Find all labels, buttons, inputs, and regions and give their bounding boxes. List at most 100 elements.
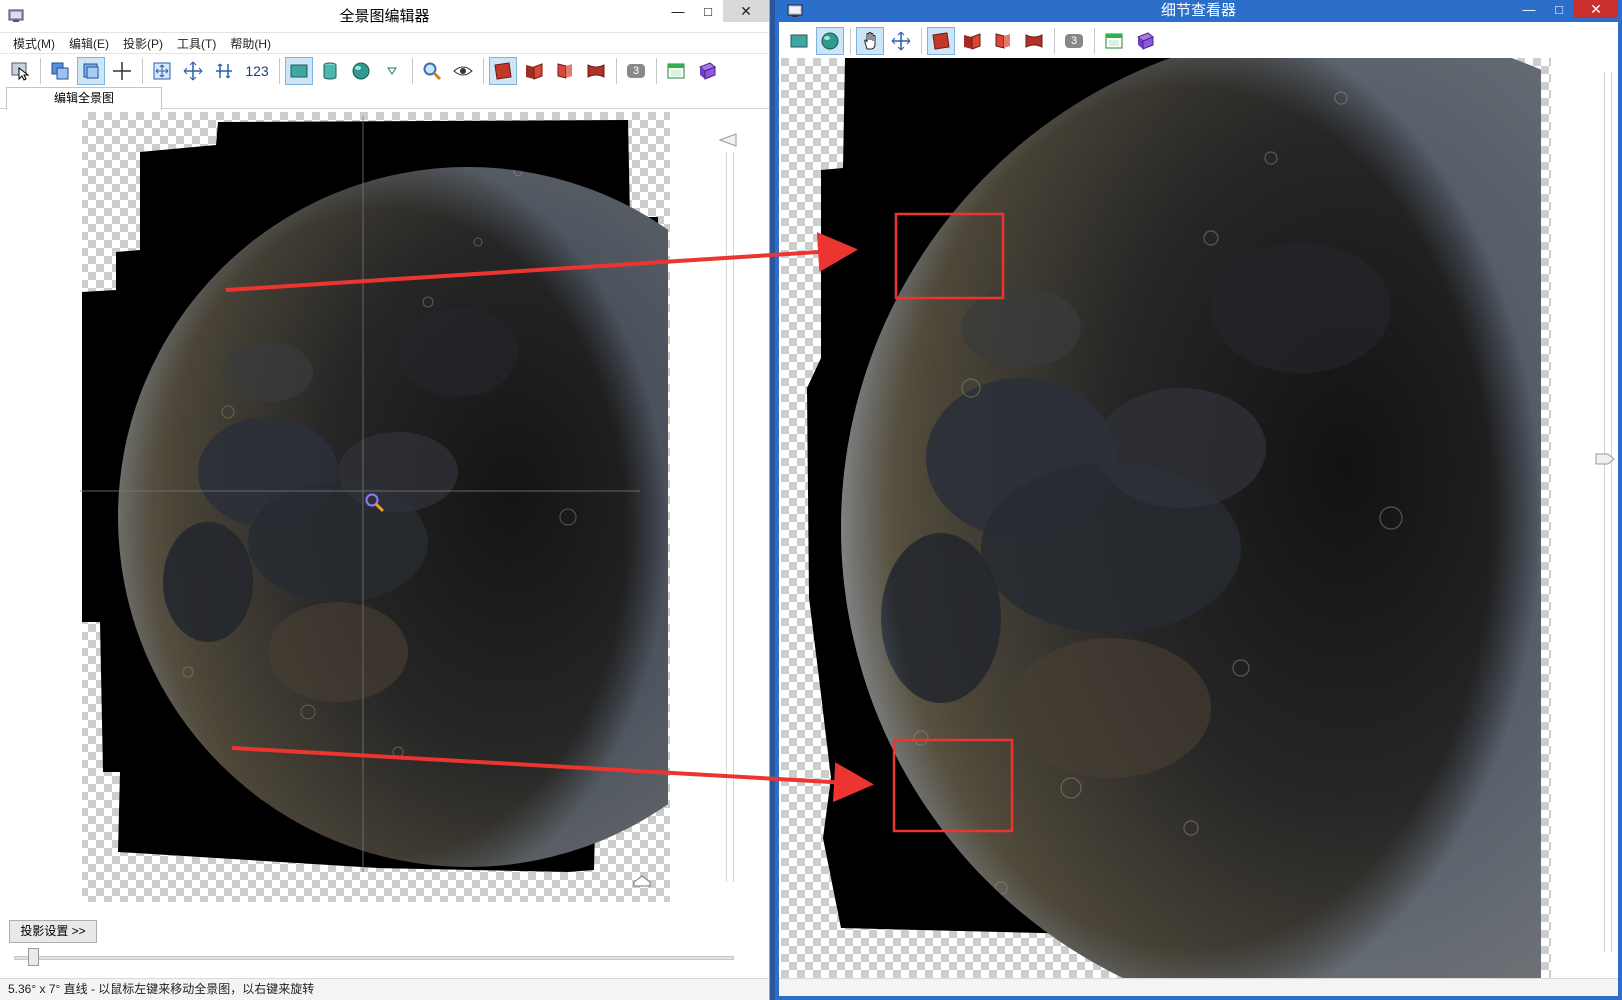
minimize-button[interactable]: — <box>663 0 693 22</box>
toolbar-separator <box>412 57 413 84</box>
zoom-button[interactable] <box>418 57 446 85</box>
blend-mode-3-button[interactable] <box>551 57 579 85</box>
preview-button[interactable] <box>449 57 477 85</box>
counter-badge-button[interactable]: 3 <box>1060 27 1088 55</box>
moon-detail-view <box>781 28 1551 1000</box>
fit-frame-icon <box>153 62 171 79</box>
menu-edit[interactable]: 编辑(E) <box>62 33 116 53</box>
window-title: 细节查看器 <box>1160 2 1236 19</box>
green-window-icon <box>1105 33 1123 49</box>
horizontal-slider-track[interactable] <box>14 956 734 960</box>
toolbar-separator <box>616 57 617 84</box>
sphere-icon <box>352 62 370 79</box>
select-tool-button[interactable] <box>6 57 34 85</box>
fit-button[interactable] <box>148 57 176 85</box>
counter-badge-button[interactable]: 3 <box>622 57 650 85</box>
menu-projection[interactable]: 投影(P) <box>116 33 170 53</box>
panorama-preview-canvas[interactable] <box>8 112 754 912</box>
toolbar-separator <box>483 57 484 84</box>
maximize-button[interactable]: □ <box>693 0 723 22</box>
blend-mode-4-button[interactable] <box>1020 27 1048 55</box>
counter-badge: 3 <box>627 63 645 78</box>
panorama-editor-window: 全景图编辑器 — □ ✕ 模式(M) 编辑(E) 投影(P) 工具(T) 帮助(… <box>0 0 770 1000</box>
horizontal-slider-thumb[interactable] <box>28 948 39 966</box>
menu-mode[interactable]: 模式(M) <box>6 33 62 53</box>
detail-viewer-window: 细节查看器 — □ ✕ 3 <box>775 0 1622 1000</box>
blend-mode-3-button[interactable] <box>989 27 1017 55</box>
help-book-button[interactable] <box>693 57 721 85</box>
crosshair-icon <box>113 61 131 80</box>
toolbar-separator <box>656 57 657 84</box>
maximize-button[interactable]: □ <box>1544 0 1574 18</box>
red-curved-icon <box>1025 34 1043 48</box>
move-button[interactable] <box>887 27 915 55</box>
close-button[interactable]: ✕ <box>723 0 769 22</box>
straighten-button[interactable] <box>210 57 238 85</box>
status-bar <box>779 978 1618 996</box>
vertical-scroll-track[interactable] <box>726 152 734 882</box>
numbers-label: 123 <box>245 62 269 79</box>
menu-bar: 模式(M) 编辑(E) 投影(P) 工具(T) 帮助(H) <box>0 33 769 53</box>
title-bar[interactable]: 全景图编辑器 — □ ✕ <box>0 0 769 33</box>
drag-mode-button[interactable] <box>77 56 105 85</box>
toolbar-separator <box>1054 28 1055 54</box>
close-button[interactable]: ✕ <box>1574 0 1618 18</box>
blend-mode-2-button[interactable] <box>520 57 548 85</box>
title-bar[interactable]: 细节查看器 — □ ✕ <box>779 0 1618 22</box>
sphere-preview-button[interactable] <box>816 27 844 55</box>
toolbar-separator <box>279 57 280 84</box>
purple-book-icon <box>699 61 716 80</box>
cylinder-preview-button[interactable] <box>316 57 344 85</box>
numbers-button[interactable]: 123 <box>241 57 273 85</box>
vertical-scroll-track[interactable] <box>1604 72 1612 952</box>
red-panel-icon <box>494 61 512 80</box>
green-window-icon <box>667 63 685 78</box>
minimize-button[interactable]: — <box>1514 0 1544 18</box>
window-button[interactable] <box>662 57 690 85</box>
red-fold-alt-icon <box>995 33 1010 49</box>
pan-hand-button[interactable] <box>856 27 884 55</box>
tab-edit-panorama[interactable]: 编辑全景图 <box>6 87 162 110</box>
red-folded-icon <box>526 62 543 80</box>
menu-help[interactable]: 帮助(H) <box>223 33 278 53</box>
dropdown-button[interactable] <box>378 57 406 85</box>
tab-strip: 编辑全景图 <box>0 87 769 110</box>
moon-panorama <box>80 112 737 902</box>
rectilinear-preview-button[interactable] <box>285 56 313 85</box>
detail-preview-canvas[interactable] <box>781 28 1562 1000</box>
drag-layers-icon <box>83 63 99 78</box>
triangle-down-icon <box>387 67 397 75</box>
pointer-window-icon <box>11 62 30 81</box>
crosshair-button[interactable] <box>108 57 136 85</box>
rectilinear-icon <box>790 34 808 48</box>
editor-toolbar: 123 3 <box>0 53 769 87</box>
sphere-icon <box>821 32 839 50</box>
projection-settings-button[interactable]: 投影设置 >> <box>9 920 97 943</box>
red-curved-icon <box>587 63 605 78</box>
toolbar-separator <box>850 28 851 54</box>
rectilinear-preview-button[interactable] <box>785 27 813 55</box>
toolbar-separator <box>142 57 143 84</box>
blend-mode-4-button[interactable] <box>582 57 610 85</box>
toolbar-separator <box>1094 28 1095 54</box>
window-title: 全景图编辑器 <box>339 8 430 25</box>
help-book-button[interactable] <box>1131 27 1159 55</box>
cylinder-icon <box>323 62 337 79</box>
blend-mode-1-button[interactable] <box>927 27 955 55</box>
vertical-slider-thumb[interactable] <box>718 133 737 147</box>
magnifier-icon <box>423 62 442 80</box>
blend-mode-1-button[interactable] <box>489 56 517 85</box>
red-panel-icon <box>932 32 950 50</box>
red-folded-icon <box>964 33 981 50</box>
menu-tools[interactable]: 工具(T) <box>170 33 223 53</box>
viewer-toolbar: 3 <box>779 26 1618 56</box>
blend-mode-2-button[interactable] <box>958 27 986 55</box>
sphere-preview-button[interactable] <box>347 57 375 85</box>
status-bar: 5.36° x 7° 直线 - 以鼠标左键来移动全景图，以右键来旋转 <box>0 978 769 1000</box>
layers-button[interactable] <box>46 57 74 85</box>
purple-book-icon <box>1137 32 1154 50</box>
center-button[interactable] <box>179 57 207 85</box>
center-arrows-icon <box>183 61 203 80</box>
window-button[interactable] <box>1100 27 1128 55</box>
vertical-slider-thumb[interactable] <box>1594 452 1616 466</box>
